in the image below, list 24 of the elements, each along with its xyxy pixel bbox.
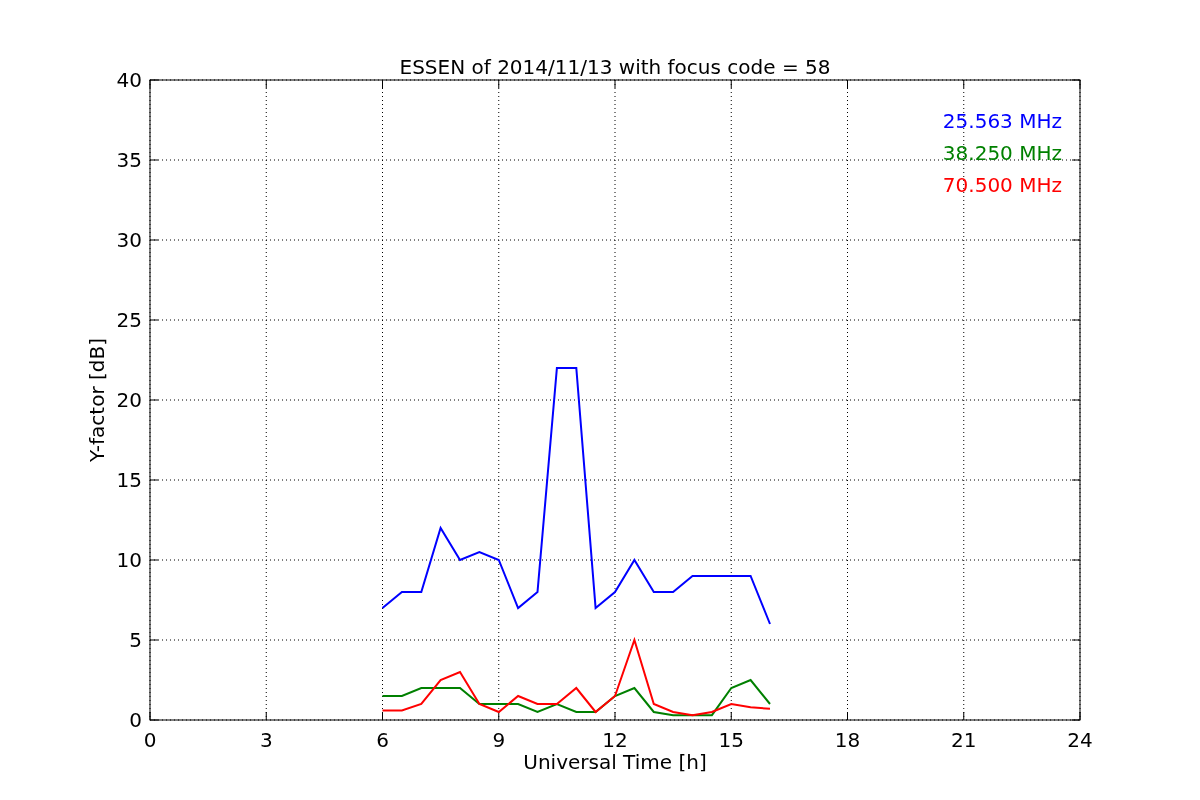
x-tick-label: 24 (1067, 728, 1093, 752)
x-tick-label: 15 (718, 728, 744, 752)
x-tick-label: 18 (834, 728, 861, 752)
x-tick-label: 0 (143, 728, 157, 752)
x-tick-label: 21 (951, 728, 977, 752)
y-tick-label: 40 (116, 68, 142, 92)
x-tick-label: 9 (492, 728, 506, 752)
legend-label: 70.500 MHz (942, 173, 1062, 197)
legend-label: 25.563 MHz (942, 109, 1062, 133)
y-tick-label: 20 (116, 388, 142, 412)
y-tick-label: 0 (129, 708, 142, 732)
x-axis-label: Universal Time [h] (523, 750, 707, 774)
x-tick-label: 6 (376, 728, 389, 752)
y-tick-label: 10 (116, 548, 142, 572)
x-tick-label: 3 (259, 728, 273, 752)
y-axis-label: Y-factor [dB] (85, 338, 109, 462)
y-tick-label: 15 (116, 468, 142, 492)
chart-title: ESSEN of 2014/11/13 with focus code = 58 (399, 55, 831, 79)
y-tick-label: 30 (116, 228, 142, 252)
legend-label: 38.250 MHz (942, 141, 1062, 165)
x-tick-label: 12 (602, 728, 628, 752)
y-tick-label: 5 (129, 628, 142, 652)
y-tick-label: 35 (116, 148, 142, 172)
y-tick-label: 25 (116, 308, 142, 332)
